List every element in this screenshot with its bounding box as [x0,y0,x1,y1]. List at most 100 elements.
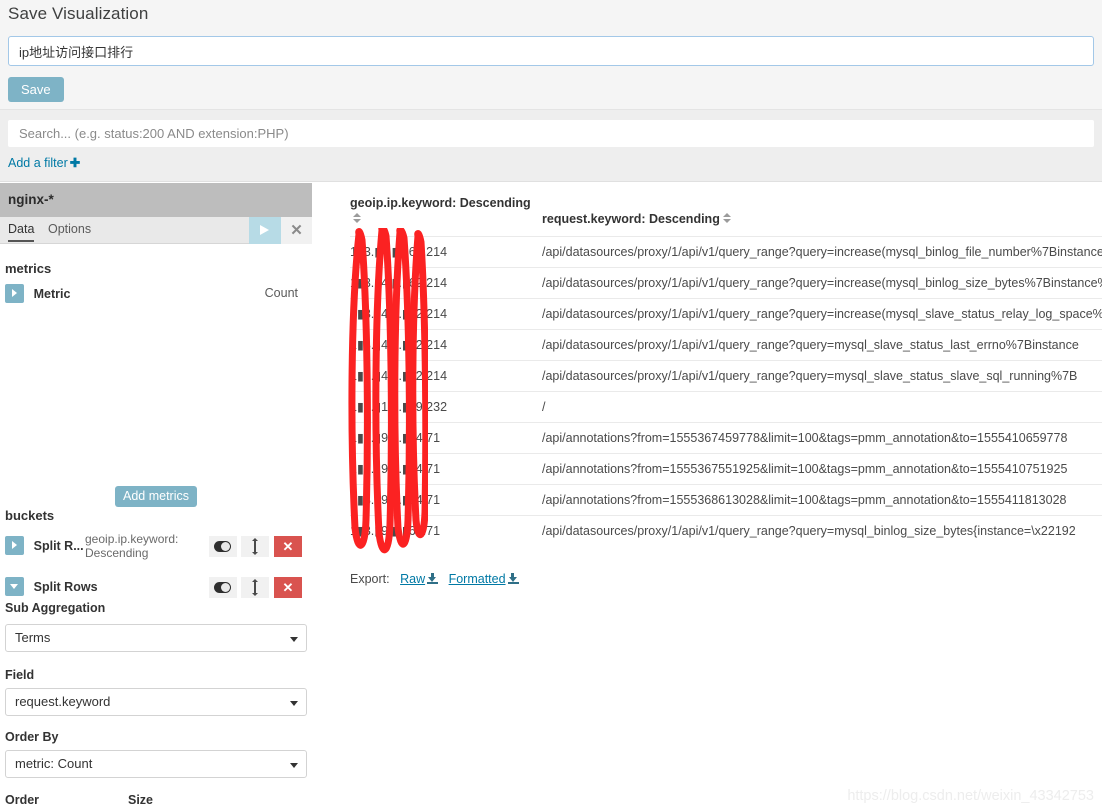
bucket-label: Split Rows [33,579,98,594]
order-by-label: Order By [5,730,59,744]
data-table: geoip.ip.keyword: Descending request.key… [350,195,1102,546]
page-title: Save Visualization [8,4,149,23]
sort-icon[interactable] [353,212,361,224]
cell-request-text: /api/annotations?from=1555367551925&limi… [542,462,1068,476]
cell-request-text: /api/datasources/proxy/1/api/v1/query_ra… [542,524,1076,538]
cell-ip: 1▮3.▮4.▮.▮62.214 [350,267,542,299]
collapse-bucket-icon[interactable] [5,577,24,596]
table-row: 1▮3.▮4.▮.▮62.214/api/datasources/proxy/1… [350,329,1102,361]
bucket-controls-2: ✕ [208,577,302,598]
add-metrics-button[interactable]: Add metrics [115,486,197,507]
index-pattern-label: nginx-* [0,183,312,217]
cell-request-text: /api/datasources/proxy/1/api/v1/query_ra… [542,276,1102,290]
export-label: Export: [350,572,390,586]
add-filter-link[interactable]: Add a filter ✚ [8,155,80,170]
cell-request-text: /api/datasources/proxy/1/api/v1/query_ra… [542,369,1078,383]
metric-label: Metric [33,286,71,301]
cell-ip: 1▮3.▮9.▮.▮64.71 [350,422,542,454]
cell-request: /api/datasources/proxy/1/api/v1/query_ra… [542,515,1102,546]
export-raw-link[interactable]: Raw [400,572,425,586]
export-row: Export: Raw Formatted [350,572,519,586]
bucket-row-split-rows-1[interactable]: Split R... geoip.ip.keyword: Descending … [5,532,307,560]
cell-request: /api/datasources/proxy/1/api/v1/query_ra… [542,236,1102,268]
sub-aggregation-select[interactable]: Terms [5,624,307,652]
cell-request: /api/annotations?from=1555368613028&limi… [542,484,1102,516]
metrics-heading: metrics [5,261,52,276]
add-filter-label: Add a filter [8,156,68,170]
buckets-heading: buckets [5,508,55,523]
table-row: 1▮3.▮9.▮.▮64.71/api/datasources/proxy/1/… [350,515,1102,546]
search-input[interactable] [8,120,1094,147]
tab-data[interactable]: Data [8,222,35,242]
bucket-row-split-rows-2[interactable]: Split Rows ✕ [5,577,307,599]
table-row: 1▮3.▮9.▮.▮64.71/api/annotations?from=155… [350,453,1102,485]
cell-ip: 1▮4.▮1.▮.▮79.232 [350,391,542,423]
column-header-request[interactable]: request.keyword: Descending [542,195,1102,237]
remove-bucket-button[interactable]: ✕ [274,577,302,598]
order-label: Order [5,793,40,807]
field-select[interactable]: request.keyword [5,688,307,716]
cell-ip: 1▮3.▮9.▮.▮64.71 [350,484,542,516]
metric-agg-row[interactable]: Metric Count [5,284,307,306]
download-icon[interactable] [507,573,519,584]
column-header-ip[interactable]: geoip.ip.keyword: Descending [350,195,542,237]
expand-bucket-icon[interactable] [5,536,24,555]
order-by-select[interactable]: metric: Count [5,750,307,778]
visualization-title-input[interactable] [8,36,1094,66]
plus-icon: ✚ [69,156,81,170]
cell-request-text: /api/annotations?from=1555367459778&limi… [542,431,1068,445]
size-label: Size [128,793,154,807]
export-formatted-label: Formatted [448,572,506,586]
kibana-visualize-page: Save Visualization Save Add a filter✚ ng… [0,0,1102,812]
cell-ip: 1▮3.▮4.▮.▮62.214 [350,329,542,361]
query-bar: Add a filter✚ [0,110,1102,182]
watermark: https://blog.csdn.net/weixin_43342753 [847,788,1094,804]
table-row: 1▮3.▮4.▮.▮62.214/api/datasources/proxy/1… [350,298,1102,330]
apply-changes-button[interactable] [249,217,281,244]
cell-request: /api/datasources/proxy/1/api/v1/query_ra… [542,360,1102,392]
toggle-bucket-enabled-icon[interactable] [208,577,237,598]
cell-request-text: /api/datasources/proxy/1/api/v1/query_ra… [542,307,1102,321]
sub-aggregation-value: Terms [15,630,51,645]
toggle-bucket-enabled-icon[interactable] [208,536,237,557]
table-row: 1▮3.▮9.▮.▮64.71/api/annotations?from=155… [350,422,1102,454]
cell-ip: 1▮3.▮9.▮.▮64.71 [350,453,542,485]
cell-ip: 1▮3.▮4.▮.▮62.214 [350,236,542,268]
sort-icon[interactable] [722,212,731,224]
save-button[interactable]: Save [8,77,64,102]
table-row: 1▮3.▮4.▮.▮62.214/api/datasources/proxy/1… [350,236,1102,268]
export-formatted-link[interactable]: Formatted [449,572,506,586]
export-raw-label: Raw [400,572,426,586]
chevron-down-icon [290,763,298,768]
bucket-label: Split R... [33,538,84,553]
sub-aggregation-label: Sub Aggregation [5,601,106,615]
cell-ip: 1▮3.▮9.▮.▮64.71 [350,515,542,546]
field-label: Field [5,668,35,682]
cell-request: /api/annotations?from=1555367551925&limi… [542,453,1102,485]
visualization-canvas: geoip.ip.keyword: Descending request.key… [312,183,1102,812]
table-row: 1▮3.▮9.▮.▮64.71/api/annotations?from=155… [350,484,1102,516]
cell-request: /api/datasources/proxy/1/api/v1/query_ra… [542,298,1102,330]
cell-request-text: /api/datasources/proxy/1/api/v1/query_ra… [542,245,1102,259]
order-by-value: metric: Count [15,756,93,771]
tab-options[interactable]: Options [48,222,91,240]
close-icon: ✕ [290,222,303,239]
cell-request-text: /api/datasources/proxy/1/api/v1/query_ra… [542,338,1079,352]
table-row: 1▮3.▮4.▮.▮62.214/api/datasources/proxy/1… [350,360,1102,392]
reorder-bucket-icon[interactable] [241,536,270,557]
table-header-row: geoip.ip.keyword: Descending request.key… [350,195,1102,237]
cell-request-text: /api/annotations?from=1555368613028&limi… [542,493,1067,507]
download-icon[interactable] [427,573,439,584]
cell-request-text: / [542,400,546,414]
cell-request: /api/datasources/proxy/1/api/v1/query_ra… [542,329,1102,361]
column-header-request-label: request.keyword: Descending [542,212,720,226]
table-row: 1▮4.▮1.▮.▮79.232/ [350,391,1102,423]
expand-metric-icon[interactable] [5,284,24,303]
remove-bucket-button[interactable]: ✕ [274,536,302,557]
discard-changes-button[interactable]: ✕ [281,217,312,244]
metric-value: Count [264,286,298,300]
play-icon [260,225,269,235]
save-visualization-panel: Save Visualization Save [0,0,1102,110]
reorder-bucket-icon[interactable] [241,577,270,598]
cell-request: / [542,391,1102,423]
